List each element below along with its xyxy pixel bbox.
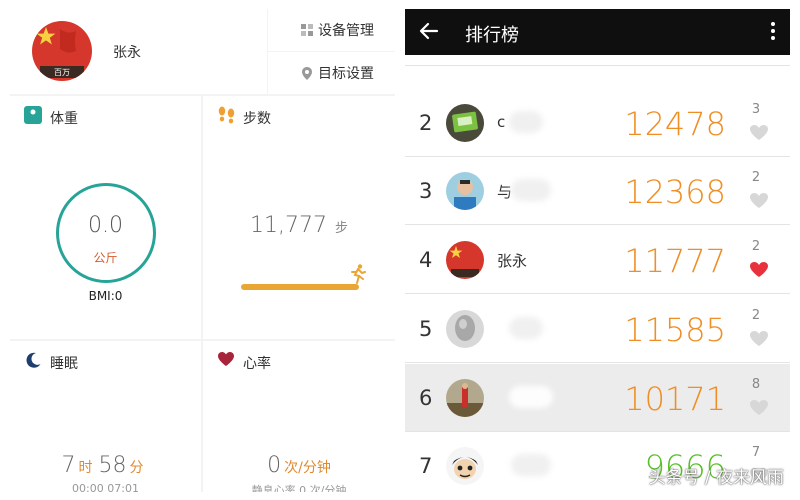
like-count: 2 (751, 239, 761, 254)
footprints-icon (217, 106, 237, 128)
heart-icon (217, 351, 235, 371)
like-count: 8 (751, 377, 761, 392)
weight-unit: 公斤 (93, 251, 118, 265)
location-pin-icon (296, 66, 318, 80)
rank-number: 5 (419, 317, 433, 341)
heart-rate-unit: 次/分钟 (284, 460, 331, 476)
user-name: c (497, 113, 506, 131)
heart-filled-icon[interactable] (749, 261, 769, 282)
heart-rate-value: 0 (267, 453, 282, 478)
resting-heart-rate: 静息心率 0 次/分钟 (251, 484, 347, 492)
user-avatar[interactable] (446, 447, 484, 485)
sleep-card[interactable]: 睡眠 7 时 58 分 00:00 07:01 (10, 341, 201, 492)
step-score: 12368 (624, 173, 726, 211)
target-settings-label: 目标设置 (318, 66, 374, 82)
user-avatar[interactable] (446, 241, 484, 279)
sleep-title: 睡眠 (50, 356, 78, 372)
steps-progress-bar (241, 284, 359, 290)
leaderboard-row[interactable]: 2 c 12478 3 (405, 89, 790, 157)
heart-rate-card[interactable]: 心率 0 次/分钟 静息心率 0 次/分钟 (203, 341, 395, 492)
user-name: 张永 (497, 252, 528, 270)
weight-card[interactable]: 体重 0.0 公斤 BMI:0 (10, 96, 201, 339)
name-redaction (509, 111, 543, 133)
rank-number: 3 (419, 179, 433, 203)
scale-icon (24, 106, 42, 128)
weight-title: 体重 (50, 111, 78, 127)
device-management-label: 设备管理 (318, 23, 374, 39)
sleep-hours-unit: 时 (78, 460, 93, 476)
rank-number: 4 (419, 248, 433, 272)
leaderboard-row[interactable]: 5 11585 2 (405, 295, 790, 363)
profile-card[interactable]: 百万 张永 (10, 9, 267, 94)
leaderboard-row[interactable]: 3 与 12368 2 (405, 157, 790, 225)
user-avatar[interactable] (446, 379, 484, 417)
health-dashboard: 百万 张永 设备管理 目标设置 体重 0.0 公斤 BMI:0 步数 11,77… (10, 9, 395, 492)
step-score: 12478 (624, 105, 726, 143)
heart-outline-icon[interactable] (749, 192, 769, 213)
name-redaction (509, 386, 553, 408)
back-arrow-icon[interactable] (419, 21, 439, 45)
more-options-icon[interactable] (770, 21, 776, 45)
sleep-duration: 7 时 58 分 (10, 453, 201, 478)
step-score: 10171 (624, 380, 726, 418)
steps-unit: 步 (334, 221, 348, 236)
rank-number: 7 (419, 454, 433, 478)
sleep-time-range: 00:00 07:01 (72, 482, 139, 492)
steps-display: 11,777 步 (203, 213, 395, 238)
like-count: 3 (751, 102, 761, 117)
heart-outline-icon[interactable] (749, 330, 769, 351)
step-score: 11585 (624, 311, 726, 349)
heart-rate-display: 0 次/分钟 (203, 453, 395, 478)
steps-card[interactable]: 步数 11,777 步 (203, 96, 395, 339)
device-grid-icon (296, 24, 318, 36)
user-avatar[interactable] (446, 104, 484, 142)
svg-text:百万: 百万 (54, 68, 70, 77)
user-avatar[interactable] (446, 310, 484, 348)
page-title: 排行榜 (465, 25, 519, 46)
name-redaction (511, 179, 551, 201)
avatar: 百万 (32, 21, 92, 81)
runner-icon (350, 264, 366, 288)
user-avatar[interactable] (446, 172, 484, 210)
leaderboard-screen: 排行榜 1133392c1247833与1236824张永11777251158… (405, 9, 790, 492)
sleep-minutes-unit: 分 (129, 460, 144, 476)
sleep-hours: 7 (61, 453, 76, 478)
rank-number: 2 (419, 111, 433, 135)
like-count: 7 (751, 445, 761, 460)
heart-rate-title: 心率 (243, 356, 271, 372)
watermark: 头条号 / 夜来风雨 (648, 468, 784, 488)
name-redaction (511, 454, 551, 476)
heart-outline-icon[interactable] (749, 399, 769, 420)
leaderboard-row[interactable]: 4 张永 11777 2 (405, 226, 790, 294)
user-name: 与 (497, 183, 513, 201)
heart-outline-icon[interactable] (749, 124, 769, 145)
target-settings-button[interactable]: 目标设置 (268, 52, 395, 94)
sleep-minutes: 58 (98, 453, 127, 478)
bmi-value: BMI:0 (88, 289, 123, 303)
weight-value: 0.0 (88, 213, 123, 238)
rank-number: 6 (419, 386, 433, 410)
app-bar: 排行榜 (405, 9, 790, 55)
like-count: 2 (751, 170, 761, 185)
name-redaction (509, 317, 543, 339)
device-management-button[interactable]: 设备管理 (268, 9, 395, 51)
leaderboard-row[interactable]: 6 10171 8 (405, 364, 790, 432)
user-name: 张永 (113, 45, 141, 61)
step-score: 11777 (624, 242, 726, 280)
moon-icon (24, 351, 42, 373)
steps-title: 步数 (243, 111, 271, 127)
steps-value: 11,777 (250, 213, 327, 238)
like-count: 2 (751, 308, 761, 323)
